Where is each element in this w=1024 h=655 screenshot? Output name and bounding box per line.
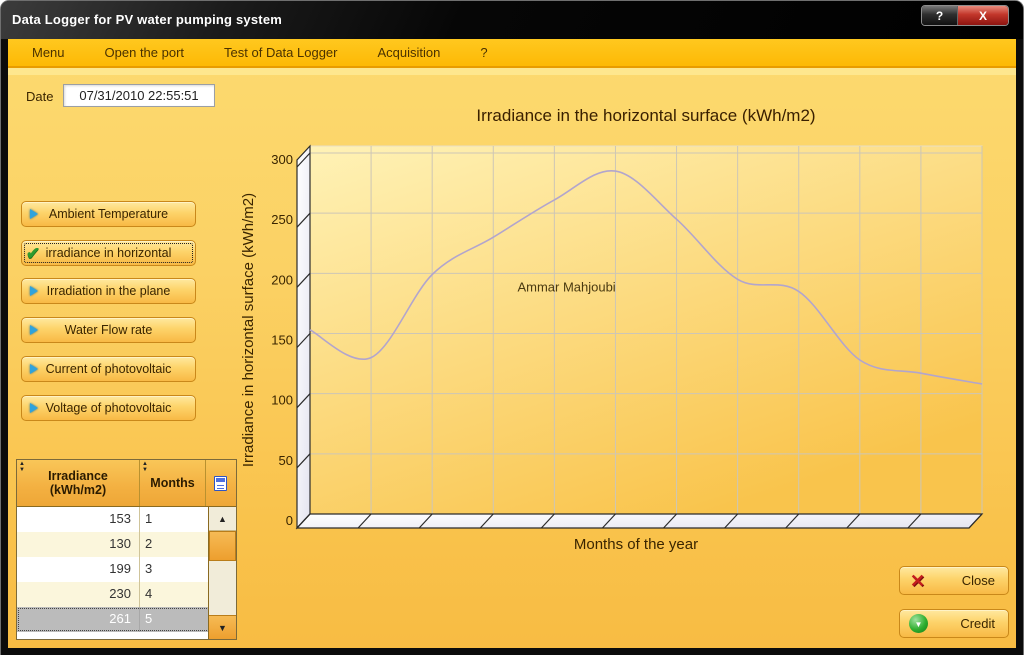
table-body: 153 1 130 2 199 3 230 4: [17, 507, 236, 632]
data-table: ▲▼ Irradiance (kWh/m2) ▲▼ Months 153: [16, 459, 237, 640]
scrollbar-thumb[interactable]: [209, 531, 236, 561]
button-label: Ambient Temperature: [49, 207, 168, 221]
menu-item-open-port[interactable]: Open the port: [105, 45, 185, 60]
green-arrow-icon: ▼: [909, 614, 928, 633]
month-cell: 2: [140, 532, 206, 557]
table-row[interactable]: 153 1: [17, 507, 236, 532]
screen: Data Logger for PV water pumping system …: [0, 0, 1024, 655]
irradiance-cell: 230: [17, 582, 140, 607]
table-properties-icon: [214, 476, 227, 491]
column-header-irradiance[interactable]: ▲▼ Irradiance (kWh/m2): [17, 460, 140, 506]
irradiation-plane-button[interactable]: Irradiation in the plane: [21, 278, 196, 304]
svg-text:Irradiance in horizontal surfa: Irradiance in horizontal surface (kWh/m2…: [240, 193, 257, 467]
month-cell: 3: [140, 557, 206, 582]
column-header-properties[interactable]: [206, 460, 235, 506]
svg-text:50: 50: [279, 453, 293, 468]
irradiance-cell: 261: [17, 607, 140, 632]
scrollbar-track[interactable]: [209, 561, 236, 615]
button-label: Close: [962, 573, 995, 588]
button-label: Irradiation in the plane: [47, 284, 171, 298]
ambient-temperature-button[interactable]: Ambient Temperature: [21, 201, 196, 227]
menu-bar: Menu Open the port Test of Data Logger A…: [8, 39, 1016, 68]
button-label: Current of photovoltaic: [46, 362, 172, 376]
button-label: irradiance in horizontal: [46, 246, 172, 260]
menu-item-menu[interactable]: Menu: [32, 45, 65, 60]
button-label: Credit: [960, 616, 995, 631]
play-icon: [30, 403, 38, 413]
svg-text:Ammar Mahjoubi: Ammar Mahjoubi: [517, 279, 615, 294]
sort-icon: ▲▼: [19, 461, 25, 473]
title-bar: Data Logger for PV water pumping system …: [1, 1, 1023, 39]
window-title: Data Logger for PV water pumping system: [12, 12, 282, 27]
button-label: Water Flow rate: [65, 323, 153, 337]
header-label: Months: [150, 476, 194, 490]
voltage-photovoltaic-button[interactable]: Voltage of photovoltaic: [21, 395, 196, 421]
table-header-row: ▲▼ Irradiance (kWh/m2) ▲▼ Months: [17, 460, 236, 507]
play-icon: [30, 325, 38, 335]
menu-item-help[interactable]: ?: [480, 45, 487, 60]
scroll-up-button[interactable]: ▲: [209, 507, 236, 531]
scroll-down-button[interactable]: ▼: [209, 615, 236, 639]
play-icon: [30, 209, 38, 219]
close-button[interactable]: ✕ Close: [899, 566, 1009, 595]
irradiance-horizontal-button[interactable]: ✔ irradiance in horizontal: [21, 240, 196, 266]
date-label: Date: [26, 89, 53, 104]
play-icon: [30, 364, 38, 374]
table-scrollbar: ▲ ▼: [208, 507, 236, 639]
month-cell: 4: [140, 582, 206, 607]
window-controls: ? X: [921, 5, 1009, 26]
main-panel: 0 50 100 150 200 250 300 Irradiance in the hori…: [8, 68, 1016, 648]
app-window: Data Logger for PV water pumping system …: [0, 0, 1024, 655]
button-label: Voltage of photovoltaic: [46, 401, 172, 415]
window-close-button[interactable]: X: [958, 6, 1008, 25]
water-flow-rate-button[interactable]: Water Flow rate: [21, 317, 196, 343]
table-row[interactable]: 230 4: [17, 582, 236, 607]
sort-icon: ▲▼: [142, 461, 148, 473]
header-label: Irradiance: [48, 469, 108, 483]
credit-button[interactable]: ▼ Credit: [899, 609, 1009, 638]
menu-item-test-datalogger[interactable]: Test of Data Logger: [224, 45, 337, 60]
svg-text:0: 0: [286, 513, 293, 528]
irradiance-cell: 153: [17, 507, 140, 532]
menu-item-acquisition[interactable]: Acquisition: [378, 45, 441, 60]
red-x-icon: ✕: [910, 572, 925, 590]
check-icon: ✔: [26, 245, 40, 262]
month-cell: 1: [140, 507, 206, 532]
window-help-button[interactable]: ?: [922, 6, 958, 25]
svg-text:300: 300: [271, 152, 293, 167]
irradiance-cell: 130: [17, 532, 140, 557]
play-icon: [30, 286, 38, 296]
month-cell: 5: [140, 607, 206, 632]
table-row[interactable]: 261 5: [17, 607, 236, 632]
svg-text:250: 250: [271, 212, 293, 227]
date-field[interactable]: 07/31/2010 22:55:51: [63, 84, 215, 107]
header-label: (kWh/m2): [50, 483, 106, 497]
table-row[interactable]: 130 2: [17, 532, 236, 557]
svg-text:200: 200: [271, 272, 293, 287]
column-header-months[interactable]: ▲▼ Months: [140, 460, 206, 506]
table-row[interactable]: 199 3: [17, 557, 236, 582]
current-photovoltaic-button[interactable]: Current of photovoltaic: [21, 356, 196, 382]
svg-text:Months of the year: Months of the year: [574, 536, 698, 553]
svg-text:Irradiance in the horizontal: Irradiance in the horizontal surface (kW…: [476, 106, 815, 125]
svg-text:100: 100: [271, 393, 293, 408]
svg-text:150: 150: [271, 333, 293, 348]
irradiance-cell: 199: [17, 557, 140, 582]
